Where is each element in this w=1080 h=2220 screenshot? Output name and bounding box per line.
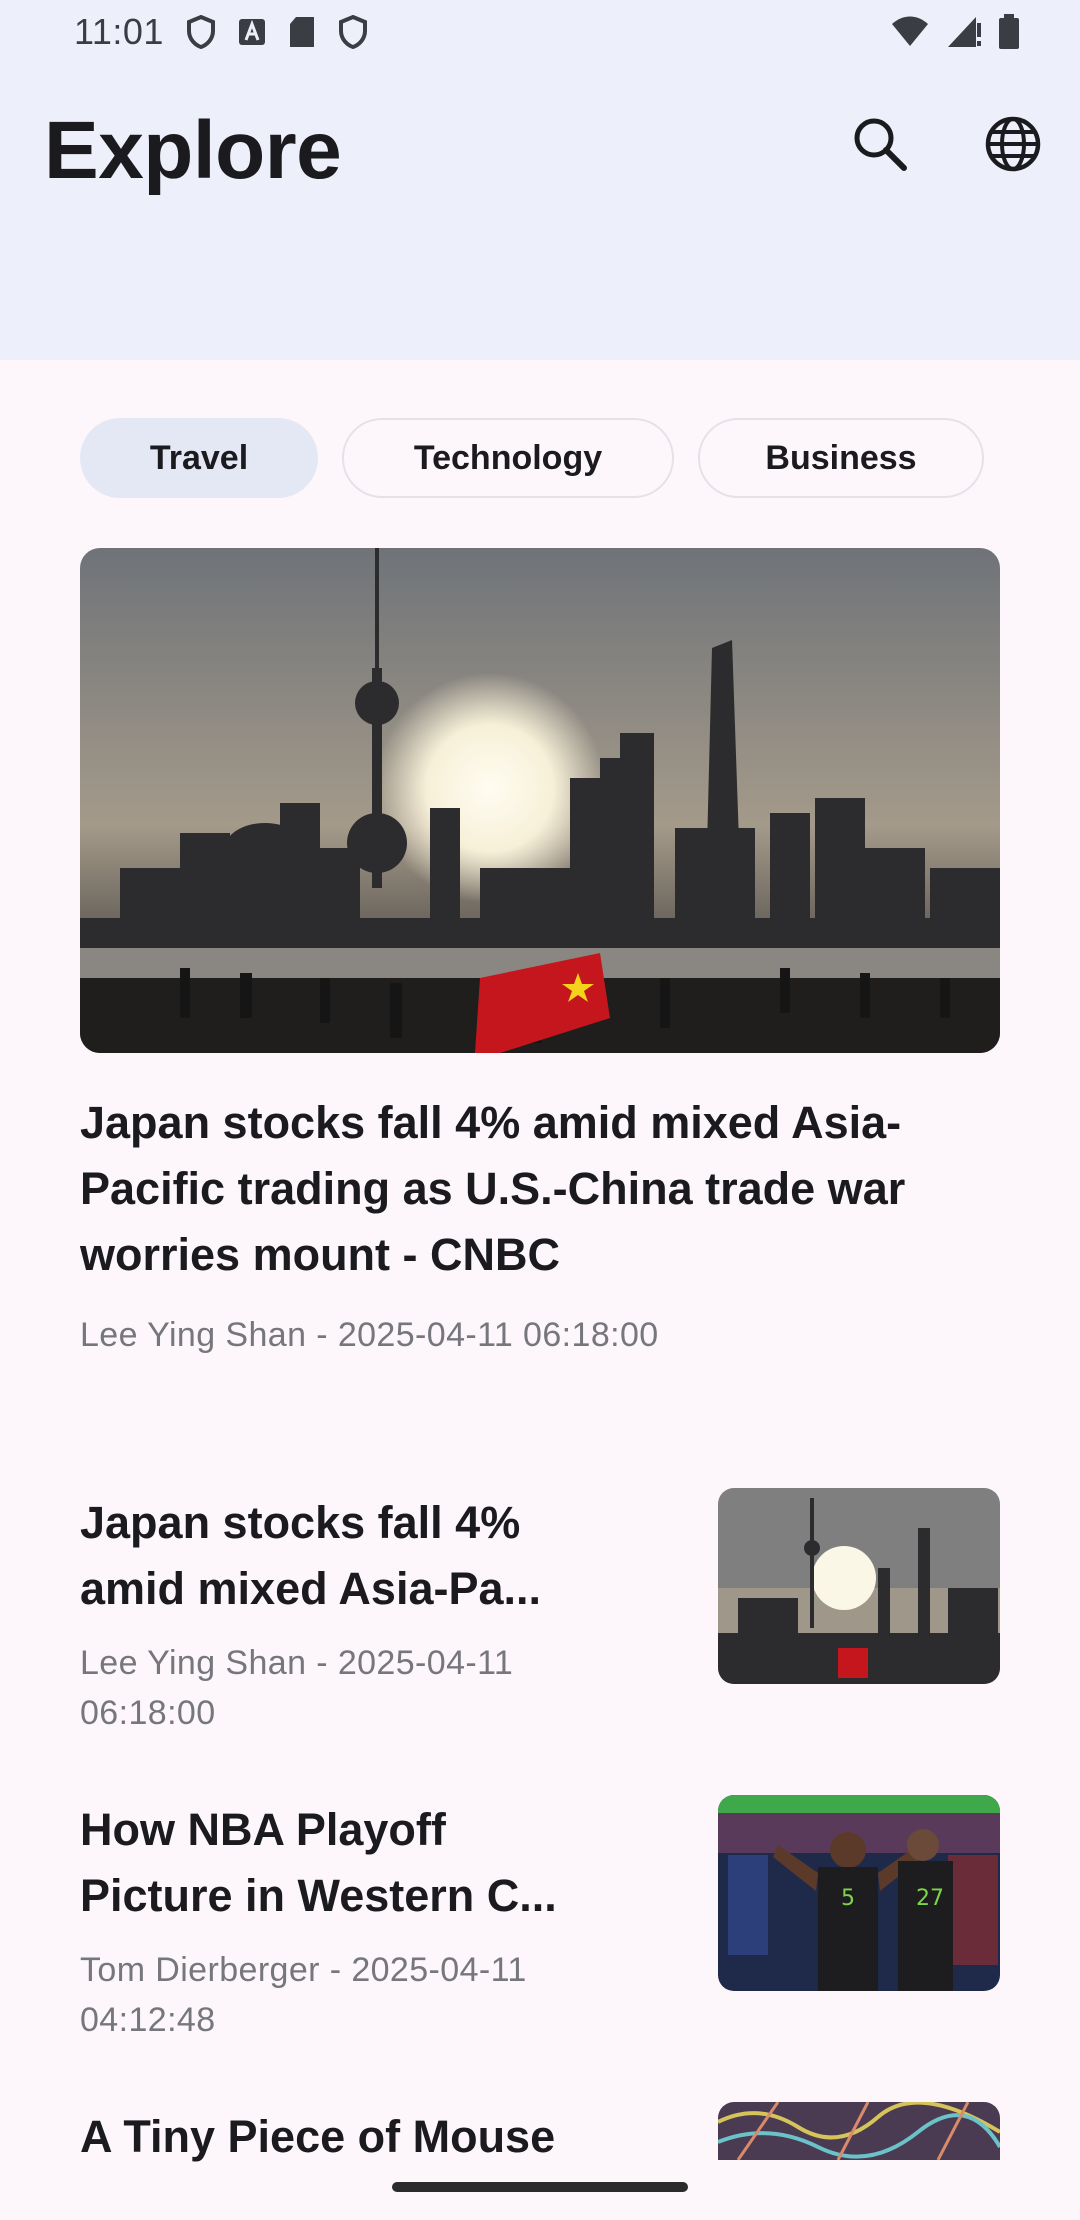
- page-title: Explore: [44, 105, 342, 196]
- status-time: 11:01: [74, 11, 164, 52]
- shield-icon: [338, 15, 367, 49]
- search-button[interactable]: [832, 96, 928, 192]
- wifi-icon: [892, 16, 928, 46]
- a-badge-icon: [238, 19, 265, 45]
- article-meta: Tom Dierberger - 2025-04-11 04:12:48: [80, 1951, 527, 2039]
- featured-article-title[interactable]: Japan stocks fall 4% amid mixed Asia-Pac…: [80, 1090, 1000, 1288]
- sd-card-icon: [289, 17, 314, 47]
- status-notification-icons: [186, 15, 368, 49]
- tab-technology[interactable]: Technology: [342, 418, 674, 498]
- category-tabs: Travel Technology Business: [80, 418, 984, 498]
- tab-travel[interactable]: Travel: [80, 418, 318, 498]
- featured-article-meta: Lee Ying Shan - 2025-04-11 06:18:00: [80, 1316, 659, 1354]
- status-bar: 11:01: [0, 0, 1080, 64]
- search-icon: [854, 118, 907, 171]
- article-title[interactable]: How NBA Playoff Picture in Western C...: [80, 1797, 600, 1929]
- status-system-icons: [890, 14, 1020, 50]
- tab-business[interactable]: Business: [698, 418, 984, 498]
- signal-icon: [948, 17, 981, 47]
- article-meta: Lee Ying Shan - 2025-04-11 06:18:00: [80, 1644, 514, 1732]
- featured-article-image[interactable]: [80, 548, 1000, 1053]
- home-gesture-handle[interactable]: [392, 2182, 688, 2192]
- article-thumbnail[interactable]: [718, 2102, 1000, 2160]
- globe-icon: [985, 116, 1041, 172]
- article-thumbnail[interactable]: [718, 1488, 1000, 1684]
- svg-text:27: 27: [916, 1886, 944, 1911]
- article-title[interactable]: Japan stocks fall 4% amid mixed Asia-Pa.…: [80, 1490, 600, 1622]
- language-button[interactable]: [965, 96, 1061, 192]
- article-title[interactable]: A Tiny Piece of Mouse: [80, 2104, 600, 2170]
- article-thumbnail[interactable]: 5 27: [718, 1795, 1000, 1991]
- shield-icon: [186, 15, 215, 49]
- battery-icon: [999, 14, 1019, 49]
- svg-text:5: 5: [841, 1886, 855, 1911]
